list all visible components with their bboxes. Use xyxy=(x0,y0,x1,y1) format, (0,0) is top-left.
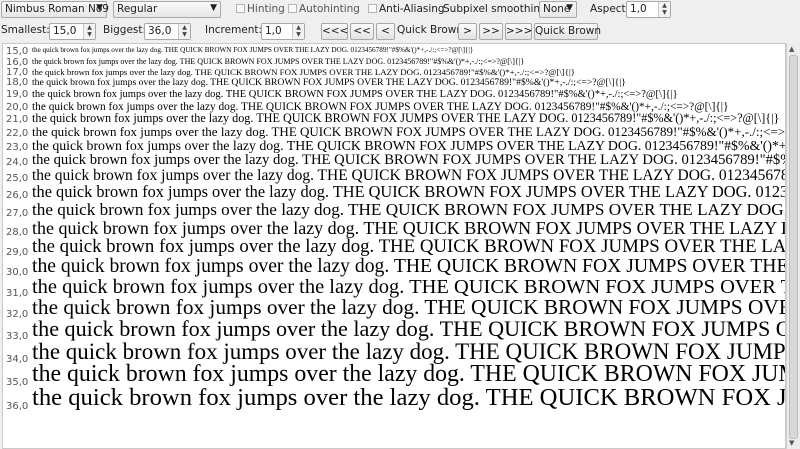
spin-down-icon[interactable]: ▼ xyxy=(660,9,669,16)
nav-last-button[interactable]: >>> xyxy=(505,23,532,40)
sample-text: the quick brown fox jumps over the lazy … xyxy=(32,384,786,411)
autohinting-label: Autohinting xyxy=(299,3,360,15)
font-style-dropdown[interactable]: Regular ▼ xyxy=(113,1,221,18)
size-label: 18,0 xyxy=(6,77,29,88)
hinting-label: Hinting xyxy=(247,3,285,15)
size-label: 22,0 xyxy=(6,128,29,139)
nav-first-button[interactable]: <<< xyxy=(321,23,348,40)
size-label: 20,0 xyxy=(6,102,29,113)
font-toolbar: Nimbus Roman No9 ▼ Regular ▼ Hinting Aut… xyxy=(0,0,800,21)
vertical-scrollbar[interactable]: ▲ ▼ xyxy=(786,43,800,449)
size-label: 29,0 xyxy=(6,247,29,258)
increment-label: Increment: xyxy=(205,24,263,36)
spin-up-icon[interactable]: ▲ xyxy=(85,24,94,31)
smallest-spinbox[interactable]: 15,0 ▲ ▼ xyxy=(49,23,96,40)
nav-next-button[interactable]: > xyxy=(458,23,477,40)
size-label: 15,0 xyxy=(6,46,29,57)
size-label: 30,0 xyxy=(6,267,29,278)
scrollbar-thumb[interactable] xyxy=(789,55,798,439)
font-family-dropdown[interactable]: Nimbus Roman No9 ▼ xyxy=(1,1,109,18)
hinting-checkbox[interactable] xyxy=(236,4,245,13)
nav-prev-page-button[interactable]: << xyxy=(350,23,374,40)
biggest-spinbox[interactable]: 36,0 ▲ ▼ xyxy=(144,23,191,40)
size-label: 31,0 xyxy=(6,288,29,299)
size-label: 28,0 xyxy=(6,227,29,238)
sample-text-field[interactable]: Quick Brown xyxy=(397,23,463,40)
size-label: 27,0 xyxy=(6,208,29,219)
aspect-spinbox[interactable]: 1,0 ▲ ▼ xyxy=(626,1,671,18)
sample-text: the quick brown fox jumps over the lazy … xyxy=(32,57,525,66)
subpixel-label: Subpixel smoothing: xyxy=(443,3,551,15)
spin-up-icon[interactable]: ▲ xyxy=(660,2,669,9)
sample-text: the quick brown fox jumps over the lazy … xyxy=(32,46,474,54)
spin-up-icon[interactable]: ▲ xyxy=(180,24,189,31)
spin-down-icon[interactable]: ▼ xyxy=(294,31,303,38)
spin-down-icon[interactable]: ▼ xyxy=(180,31,189,38)
size-label: 26,0 xyxy=(6,190,29,201)
size-label: 34,0 xyxy=(6,354,29,365)
spin-buttons[interactable]: ▲ ▼ xyxy=(83,24,95,39)
nav-next-page-button[interactable]: >> xyxy=(479,23,503,40)
spin-buttons[interactable]: ▲ ▼ xyxy=(658,2,670,17)
chevron-down-icon: ▼ xyxy=(210,3,217,13)
spin-up-icon[interactable]: ▲ xyxy=(294,24,303,31)
font-family-value: Nimbus Roman No9 xyxy=(5,3,109,15)
aspect-label: Aspect: xyxy=(590,3,630,15)
subpixel-dropdown[interactable]: None ▼ xyxy=(539,1,577,18)
size-label: 32,0 xyxy=(6,309,29,320)
size-label: 23,0 xyxy=(6,142,29,153)
size-label: 33,0 xyxy=(6,331,29,342)
spin-buttons[interactable]: ▲ ▼ xyxy=(178,24,190,39)
scroll-down-icon[interactable]: ▼ xyxy=(789,439,794,447)
scroll-up-icon[interactable]: ▲ xyxy=(789,45,794,53)
smallest-value: 15,0 xyxy=(53,25,77,37)
autohinting-checkbox[interactable] xyxy=(288,4,297,13)
spin-down-icon[interactable]: ▼ xyxy=(85,31,94,38)
increment-value: 1,0 xyxy=(265,25,282,37)
biggest-label: Biggest: xyxy=(103,24,147,36)
size-label: 35,0 xyxy=(6,377,29,388)
size-toolbar: Smallest: 15,0 ▲ ▼ Biggest: 36,0 ▲ ▼ Inc… xyxy=(0,21,800,43)
size-label: 21,0 xyxy=(6,114,29,125)
sample-text-button[interactable]: Quick Brown xyxy=(534,23,601,40)
font-style-value: Regular xyxy=(117,3,158,15)
size-label: 24,0 xyxy=(6,157,29,168)
chevron-down-icon: ▼ xyxy=(566,3,573,13)
size-label: 36,0 xyxy=(6,401,29,412)
smallest-label: Smallest: xyxy=(1,24,50,36)
antialiasing-label: Anti-Aliasing xyxy=(379,3,445,15)
increment-spinbox[interactable]: 1,0 ▲ ▼ xyxy=(261,23,305,40)
nav-prev-button[interactable]: < xyxy=(376,23,395,40)
antialiasing-checkbox[interactable] xyxy=(368,4,377,13)
font-preview-area: 15,0 the quick brown fox jumps over the l… xyxy=(2,43,786,449)
size-label: 25,0 xyxy=(6,173,29,184)
biggest-value: 36,0 xyxy=(148,25,172,37)
chevron-down-icon: ▼ xyxy=(96,3,103,13)
spin-buttons[interactable]: ▲ ▼ xyxy=(292,24,304,39)
size-label: 19,0 xyxy=(6,89,29,100)
aspect-value: 1,0 xyxy=(630,3,647,15)
